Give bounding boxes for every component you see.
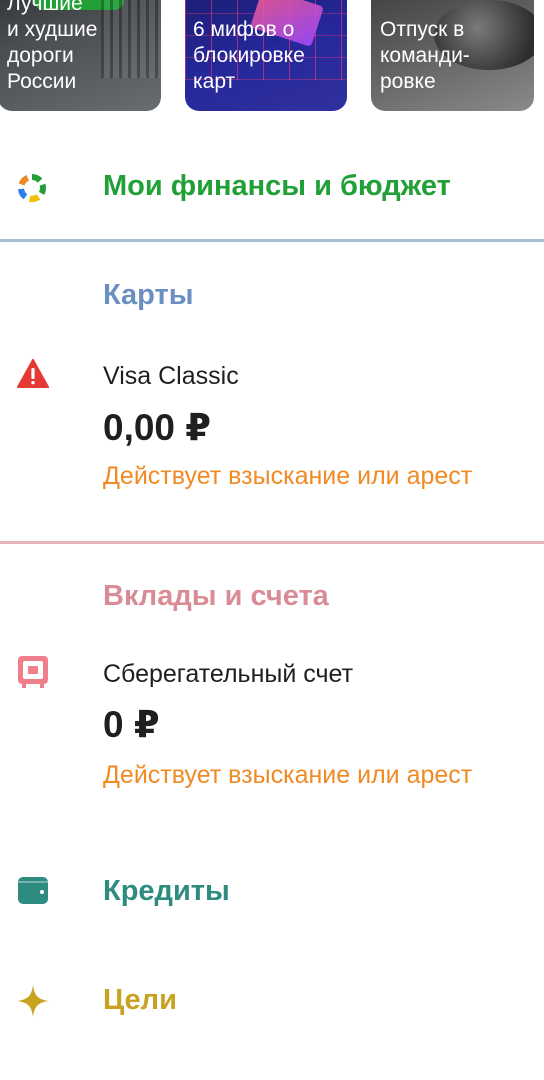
stories-carousel: Лучшие и худшие дороги России 6 мифов о …: [0, 0, 544, 112]
safe-icon: [17, 655, 49, 694]
card-name: Visa Classic: [103, 362, 239, 390]
story-title: 6 мифов о блокировке карт: [193, 18, 305, 93]
account-status: Действует взыскание или арест: [103, 761, 473, 789]
credits-title: Кредиты: [103, 875, 230, 907]
card-status: Действует взыскание или арест: [103, 462, 473, 490]
finance-budget-title: Мои финансы и бюджет: [103, 170, 451, 202]
cards-section-title[interactable]: Карты: [103, 278, 193, 312]
account-name: Сберегательный счет: [103, 660, 354, 688]
warning-icon: [17, 359, 49, 394]
story-card-business-trip[interactable]: Отпуск в команди- ровке: [371, 0, 534, 111]
goals-title: Цели: [103, 984, 177, 1016]
card-balance: 0,00 ₽: [103, 407, 212, 448]
account-item-savings[interactable]: Сберегательный счет 0 ₽ Действует взыска…: [0, 650, 544, 800]
story-title: Отпуск в команди- ровке: [380, 18, 470, 93]
deposits-divider: [0, 541, 544, 544]
pie-chart-icon: [16, 172, 48, 209]
cards-divider: [0, 239, 544, 242]
story-card-roads[interactable]: Лучшие и худшие дороги России: [0, 0, 161, 111]
story-title: Лучшие и худшие дороги России: [7, 0, 98, 93]
story-card-card-myths[interactable]: 6 мифов о блокировке карт: [185, 0, 347, 111]
deposits-section-title[interactable]: Вклады и счета: [103, 579, 329, 613]
finance-budget-row[interactable]: Мои финансы и бюджет: [0, 150, 544, 230]
credits-row[interactable]: Кредиты: [0, 860, 544, 930]
wallet-icon: [17, 876, 49, 911]
sparkle-icon: [16, 984, 50, 1023]
card-item-visa-classic[interactable]: Visa Classic 0,00 ₽ Действует взыскание …: [0, 350, 544, 520]
goals-row[interactable]: Цели: [0, 968, 544, 1038]
account-balance: 0 ₽: [103, 704, 160, 745]
